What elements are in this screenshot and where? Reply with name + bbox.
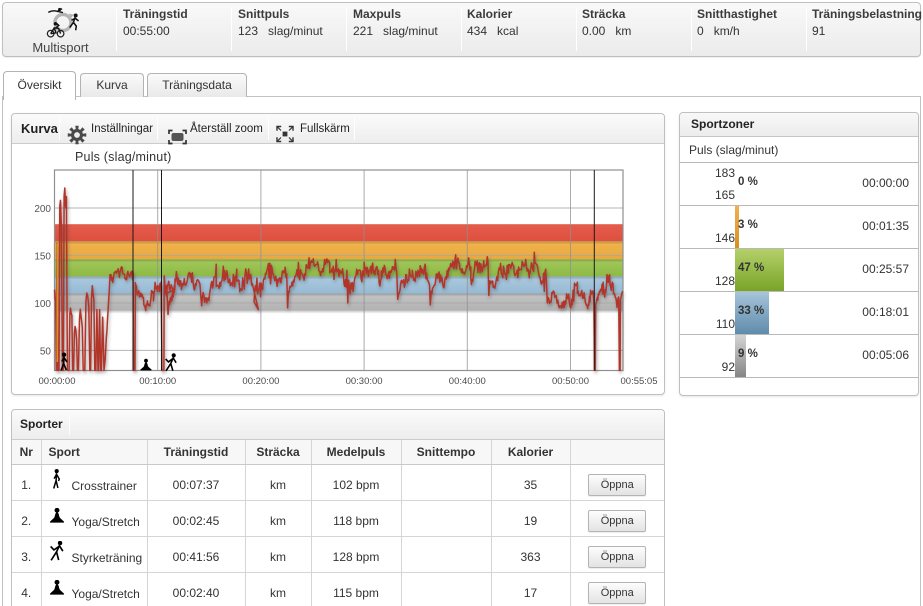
svg-text:00:00:00: 00:00:00 bbox=[39, 376, 76, 387]
svg-text:100: 100 bbox=[34, 299, 51, 310]
svg-text:00:10:00: 00:10:00 bbox=[139, 376, 176, 387]
svg-text:00:55:05: 00:55:05 bbox=[621, 376, 658, 387]
svg-text:150: 150 bbox=[34, 251, 51, 262]
svg-text:00:40:00: 00:40:00 bbox=[449, 376, 486, 387]
svg-text:Puls (slag/minut): Puls (slag/minut) bbox=[75, 150, 172, 164]
svg-text:200: 200 bbox=[34, 204, 51, 215]
svg-text:00:20:00: 00:20:00 bbox=[242, 376, 279, 387]
svg-text:50: 50 bbox=[40, 346, 52, 357]
svg-text:00:50:00: 00:50:00 bbox=[552, 376, 589, 387]
svg-text:00:30:00: 00:30:00 bbox=[346, 376, 383, 387]
